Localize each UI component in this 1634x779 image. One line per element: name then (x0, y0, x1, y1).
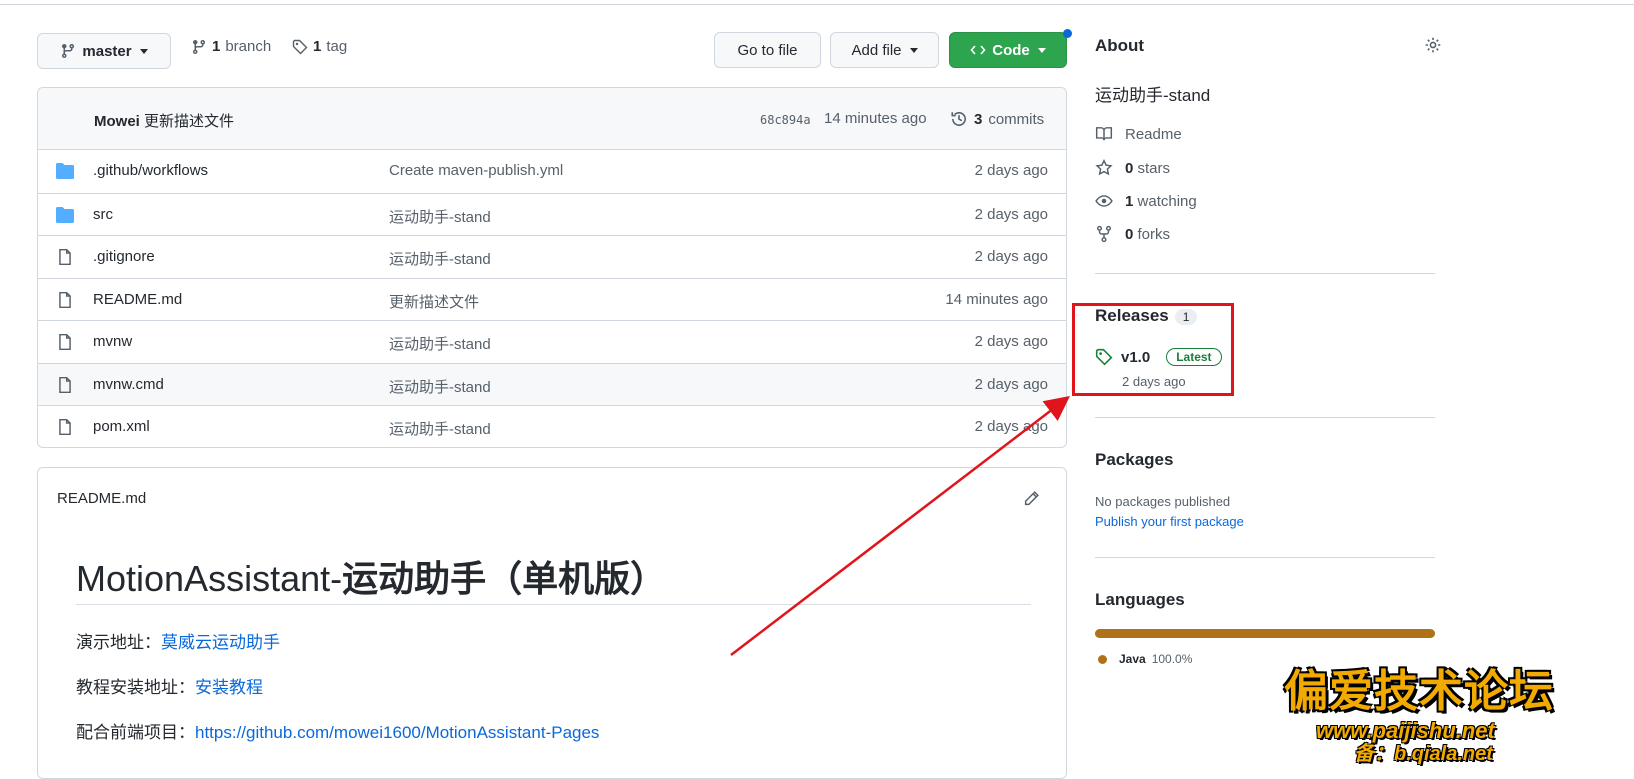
watermark-beian: 备：b.qiala.net (1354, 743, 1493, 765)
watermark-url: www.paijishu.net (1316, 718, 1495, 743)
forum-watermark: 偏爱技术论坛 www.paijishu.net 备：b.qiala.net (1284, 655, 1622, 765)
watermark-title: 偏爱技术论坛 (1284, 666, 1554, 717)
